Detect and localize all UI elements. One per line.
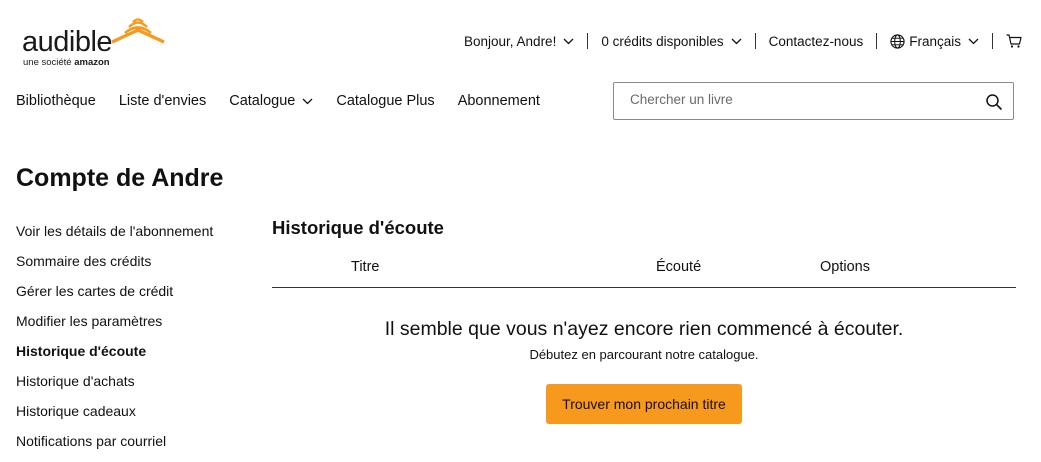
account-sidebar: Voir les détails de l'abonnement Sommair… — [16, 222, 213, 462]
chevron-down-icon — [731, 38, 742, 44]
sidebar-item-subscription-details[interactable]: Voir les détails de l'abonnement — [16, 222, 213, 252]
nav-wishlist-label: Liste d'envies — [118, 93, 207, 109]
separator — [991, 33, 993, 49]
separator — [876, 33, 878, 49]
contact-link[interactable]: Contactez-nous — [769, 34, 864, 49]
main-nav: Bibliothèque Liste d'envies Catalogue Ca… — [16, 93, 563, 109]
sidebar-item-settings[interactable]: Modifier les paramètres — [16, 312, 213, 342]
logo-wordmark: audible — [22, 26, 113, 58]
logo-tagline-brand: amazon — [74, 57, 110, 68]
credits-label: 0 crédits disponibles — [601, 33, 724, 49]
audible-logo[interactable]: audible une société amazon — [22, 16, 165, 72]
utility-bar: Bonjour, Andre! 0 crédits disponibles Co… — [464, 32, 1022, 50]
separator — [754, 33, 756, 49]
nav-wishlist[interactable]: Liste d'envies — [119, 93, 206, 109]
section-title: Historique d'écoute — [272, 217, 444, 238]
cart-button[interactable] — [1006, 34, 1022, 48]
nav-subscription-label: Abonnement — [457, 93, 540, 109]
nav-library[interactable]: Bibliothèque — [16, 93, 96, 109]
nav-catalogue[interactable]: Catalogue — [229, 93, 313, 109]
empty-state-subtitle: Débutez en parcourant notre catalogue. — [529, 347, 759, 362]
chevron-down-icon — [968, 38, 979, 44]
sidebar-item-credit-cards[interactable]: Gérer les cartes de crédit — [16, 282, 213, 312]
nav-subscription[interactable]: Abonnement — [458, 93, 540, 109]
sidebar-item-credits-summary[interactable]: Sommaire des crédits — [16, 252, 213, 282]
language-menu[interactable]: Français — [890, 34, 979, 49]
chevron-down-icon — [302, 98, 313, 104]
cart-icon — [1006, 34, 1022, 48]
nav-catalogue-plus[interactable]: Catalogue Plus — [336, 93, 434, 109]
nav-catalogue-label: Catalogue — [229, 93, 296, 109]
column-header-listened: Écouté — [656, 259, 702, 275]
globe-icon — [890, 33, 905, 49]
account-menu[interactable]: Bonjour, Andre! — [464, 34, 574, 49]
sidebar-item-gift-history[interactable]: Historique cadeaux — [16, 402, 213, 432]
logo-tagline-prefix: une société — [23, 57, 72, 68]
separator — [587, 33, 589, 49]
greeting-label: Bonjour, Andre! — [464, 33, 557, 49]
column-header-title: Titre — [351, 259, 380, 275]
search-box — [613, 82, 1014, 120]
table-divider — [272, 287, 1016, 288]
search-input[interactable] — [630, 92, 970, 107]
find-next-title-button[interactable]: Trouver mon prochain titre — [546, 384, 742, 424]
nav-catalogue-plus-label: Catalogue Plus — [336, 93, 435, 109]
page-title: Compte de Andre — [16, 164, 224, 192]
column-header-options: Options — [820, 259, 870, 275]
language-label: Français — [909, 33, 961, 49]
chevron-down-icon — [563, 38, 574, 44]
sidebar-item-listening-history[interactable]: Historique d'écoute — [16, 342, 213, 372]
sidebar-item-purchase-history[interactable]: Historique d'achats — [16, 372, 213, 402]
contact-label: Contactez-nous — [768, 33, 864, 49]
logo-tagline: une société amazon — [23, 58, 110, 68]
nav-library-label: Bibliothèque — [16, 93, 96, 109]
sidebar-item-email-notifications[interactable]: Notifications par courriel — [16, 432, 213, 462]
logo-waves-icon — [111, 18, 165, 44]
empty-state-title: Il semble que vous n'ayez encore rien co… — [384, 318, 904, 340]
search-icon[interactable] — [985, 93, 1003, 111]
credits-menu[interactable]: 0 crédits disponibles — [601, 33, 742, 49]
